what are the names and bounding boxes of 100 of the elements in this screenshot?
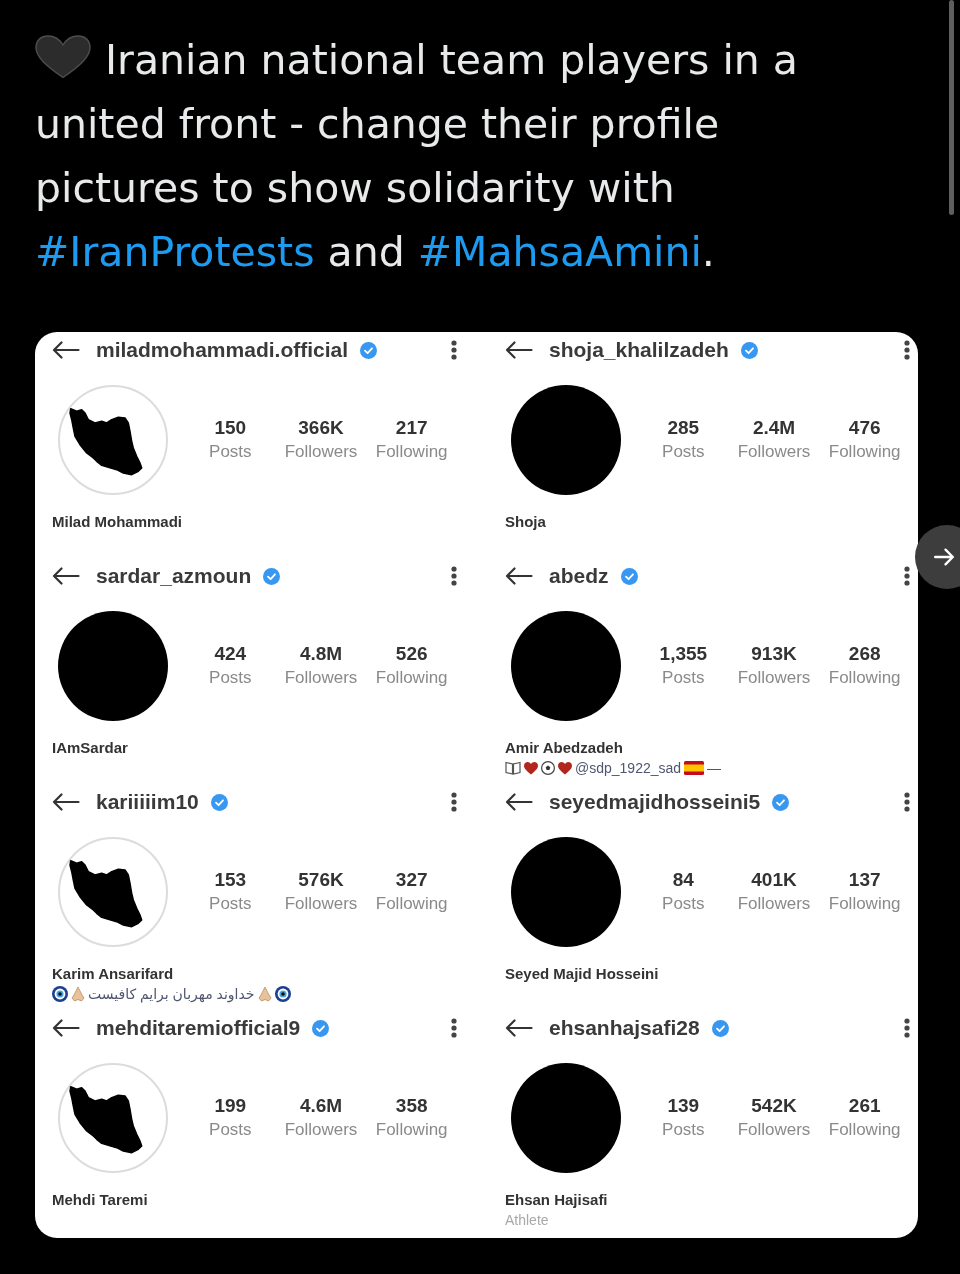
stat-count: 139 (667, 1094, 700, 1118)
stat-count: 261 (848, 1094, 881, 1118)
profile-username: seyedmajidhosseini5 (549, 789, 761, 815)
profile-username: miladmohammadi.official (96, 337, 349, 363)
stat-count: 366K (298, 416, 344, 440)
heart-icon (558, 761, 572, 775)
eye-bead-icon (274, 986, 291, 1002)
tweet-text: Iranian national team players in a united front - change their profile pictures to show solidarity with #IranProtests and #MahsaAmini. (35, 34, 799, 278)
profile-username: kariiiiim10 (96, 789, 199, 815)
stat-label: Posts (209, 893, 252, 915)
stat-label: Posts (209, 667, 252, 689)
more-options-icon[interactable] (904, 1018, 910, 1038)
stat-count: 526 (395, 642, 428, 666)
scrollbar-thumb[interactable] (949, 0, 954, 215)
stat-label: Followers (284, 667, 358, 689)
soccer-ball-icon (541, 761, 555, 775)
stat-count: 913K (751, 642, 797, 666)
stat-count: 285 (667, 416, 700, 440)
profile-bio: خداوند مهربان برایم کافیست (88, 985, 255, 1004)
next-button[interactable] (915, 525, 960, 589)
profile-username: ehsanhajsafi28 (549, 1015, 700, 1041)
stat-label: Posts (662, 1119, 705, 1141)
profile-name: Milad Mohammadi (52, 512, 182, 532)
back-arrow-icon[interactable] (505, 1019, 533, 1037)
stat-label: Followers (284, 441, 358, 463)
stat-count: 217 (395, 416, 428, 440)
stat-count: 1,355 (659, 642, 708, 666)
profile-name: Amir Abedzadeh (505, 738, 623, 758)
stat-count: 153 (214, 868, 247, 892)
stat-count: 4.6M (299, 1094, 343, 1118)
stat-label: Followers (737, 1119, 811, 1141)
profile-name: Seyed Majid Hosseini (505, 964, 659, 984)
profile-username: sardar_azmoun (96, 563, 252, 589)
back-arrow-icon[interactable] (52, 567, 80, 585)
stat-label: Posts (209, 1119, 252, 1141)
praying-hands-icon (71, 986, 85, 1002)
stat-label: Following (828, 667, 901, 689)
stat-label: Followers (737, 667, 811, 689)
stat-label: Following (828, 441, 901, 463)
more-options-icon[interactable] (904, 566, 910, 586)
book-icon (505, 761, 521, 775)
stat-count: 542K (751, 1094, 797, 1118)
back-arrow-icon[interactable] (505, 793, 533, 811)
profile-name: IAmSardar (52, 738, 128, 758)
stat-count: 424 (214, 642, 247, 666)
stat-count: 199 (214, 1094, 247, 1118)
stat-label: Posts (209, 441, 252, 463)
stat-label: Following (375, 1119, 448, 1141)
stat-count: 137 (848, 868, 881, 892)
stat-count: 327 (395, 868, 428, 892)
stat-count: 4.8M (299, 642, 343, 666)
back-arrow-icon[interactable] (52, 793, 80, 811)
more-options-icon[interactable] (451, 566, 457, 586)
stat-label: Posts (662, 667, 705, 689)
stat-count: 358 (395, 1094, 428, 1118)
stat-label: Followers (284, 893, 358, 915)
stat-count: 576K (298, 868, 344, 892)
stat-label: Posts (662, 893, 705, 915)
stat-label: Posts (662, 441, 705, 463)
hashtag-link[interactable]: #IranProtests (35, 228, 315, 276)
more-options-icon[interactable] (904, 792, 910, 812)
profile-bio: @sdp_1922_sad (575, 759, 682, 778)
stat-count: 401K (751, 868, 797, 892)
stat-label: Following (375, 893, 448, 915)
stat-label: Followers (284, 1119, 358, 1141)
profile-name: Ehsan Hajisafi (505, 1190, 608, 1210)
heart-icon (35, 35, 91, 79)
more-options-icon[interactable] (904, 340, 910, 360)
profile-name: Mehdi Taremi (52, 1190, 148, 1210)
back-arrow-icon[interactable] (505, 567, 533, 585)
more-options-icon[interactable] (451, 792, 457, 812)
stat-count: 150 (214, 416, 247, 440)
stat-label: Followers (737, 893, 811, 915)
stat-label: Following (828, 893, 901, 915)
heart-icon (524, 761, 538, 775)
eye-bead-icon (52, 986, 68, 1002)
praying-hands-icon (257, 986, 272, 1002)
profile-username: shoja_khalilzadeh (549, 337, 729, 363)
profile-username: mehditaremiofficial9 (96, 1015, 301, 1041)
stat-count: 268 (848, 642, 881, 666)
stat-label: Followers (737, 441, 811, 463)
profile-name: Shoja (505, 512, 546, 532)
stat-count: 2.4M (752, 416, 796, 440)
stat-count: 84 (672, 868, 694, 892)
arrow-right-icon (933, 546, 955, 568)
hashtag-link[interactable]: #MahsaAmini (417, 228, 702, 276)
stat-count: 476 (848, 416, 881, 440)
profile-name: Karim Ansarifard (52, 964, 174, 984)
flag-icon (684, 761, 705, 775)
more-options-icon[interactable] (451, 340, 457, 360)
stat-label: Following (375, 667, 448, 689)
profile-username: abedz (549, 563, 609, 589)
stat-label: Following (375, 441, 448, 463)
profile-bio: — (707, 759, 722, 778)
profile-category: Athlete (505, 1211, 549, 1230)
back-arrow-icon[interactable] (52, 1019, 80, 1037)
back-arrow-icon[interactable] (52, 341, 80, 359)
back-arrow-icon[interactable] (505, 341, 533, 359)
stat-label: Following (828, 1119, 901, 1141)
more-options-icon[interactable] (451, 1018, 457, 1038)
